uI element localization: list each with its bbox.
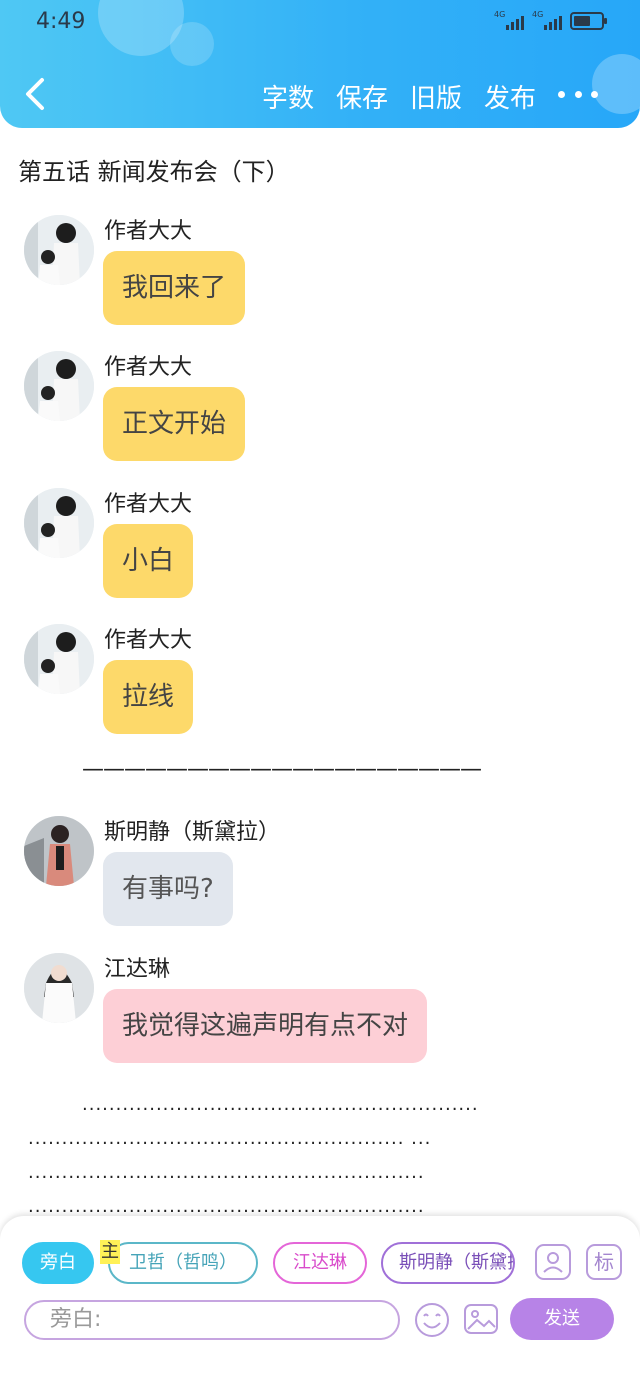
message-item[interactable]: 作者大大 正文开始 — [24, 351, 584, 463]
speaker-name: 作者大大 — [104, 628, 193, 653]
message-input[interactable]: 旁白: — [24, 1300, 400, 1340]
chevron-left-icon[interactable] — [20, 74, 52, 114]
speaker-name: 江达琳 — [104, 957, 171, 982]
avatar[interactable] — [24, 215, 94, 285]
word-count-button[interactable]: 字数 — [262, 78, 314, 115]
old-version-button[interactable]: 旧版 — [410, 78, 462, 115]
mark-button[interactable]: 标 — [586, 1244, 622, 1280]
image-icon[interactable] — [462, 1300, 500, 1338]
message-bubble[interactable]: 正文开始 — [103, 387, 246, 461]
speaker-name: 斯明静（斯黛拉） — [104, 820, 281, 845]
message-bubble[interactable]: 我觉得这遍声明有点不对 — [103, 989, 428, 1063]
top-bar: 4:49 4G 4G 字数 保存 旧版 发布 — [0, 0, 640, 128]
composer-panel: 旁白 卫哲（哲鸣） 主 江达琳 斯明静（斯黛拉） 标 旁白: 发送 — [0, 1216, 640, 1387]
avatar[interactable] — [24, 351, 94, 421]
ellipsis-line: ........................................… — [28, 1162, 425, 1183]
speaker-name: 作者大大 — [104, 355, 193, 380]
speaker-name: 作者大大 — [104, 492, 193, 517]
role-chip-narrator[interactable]: 旁白 — [22, 1242, 94, 1284]
avatar[interactable] — [24, 488, 94, 558]
send-button[interactable]: 发送 — [510, 1298, 614, 1340]
message-bubble[interactable]: 拉线 — [103, 660, 194, 734]
decorative-bubble — [170, 22, 214, 66]
signal-icon: 4G — [494, 10, 524, 32]
more-horizontal-icon[interactable] — [558, 82, 598, 106]
ellipsis-line: ........................................… — [28, 1128, 432, 1149]
speaker-name: 作者大大 — [104, 219, 193, 244]
avatar[interactable] — [24, 624, 94, 694]
divider-text: ——————————————————— — [82, 757, 482, 782]
status-time: 4:49 — [36, 9, 86, 34]
avatar[interactable] — [24, 816, 94, 886]
message-item[interactable]: 作者大大 我回来了 — [24, 215, 584, 327]
message-item[interactable]: 作者大大 拉线 — [24, 624, 584, 736]
message-bubble[interactable]: 有事吗? — [103, 852, 233, 926]
message-item[interactable]: 作者大大 小白 — [24, 488, 584, 600]
chapter-title: 第五话 新闻发布会（下） — [18, 158, 290, 186]
header-actions: 字数 保存 旧版 发布 — [262, 78, 536, 115]
role-chip-jiangdalin[interactable]: 江达琳 — [273, 1242, 367, 1284]
ellipsis-line: ........................................… — [82, 1094, 479, 1115]
save-button[interactable]: 保存 — [336, 78, 388, 115]
role-chip-siming[interactable]: 斯明静（斯黛拉） — [381, 1242, 515, 1284]
message-bubble[interactable]: 小白 — [103, 524, 194, 598]
publish-button[interactable]: 发布 — [484, 78, 536, 115]
emoji-icon[interactable] — [413, 1301, 451, 1339]
contact-icon[interactable] — [535, 1244, 571, 1280]
battery-icon — [570, 12, 607, 30]
message-item[interactable]: 江达琳 我觉得这遍声明有点不对 — [24, 953, 584, 1065]
status-icons: 4G 4G — [494, 10, 607, 32]
main-role-tag: 主 — [100, 1240, 120, 1264]
decorative-bubble — [592, 54, 640, 114]
message-item[interactable]: 斯明静（斯黛拉） 有事吗? — [24, 816, 584, 928]
ellipsis-line: ........................................… — [28, 1196, 425, 1217]
signal-icon: 4G — [532, 10, 562, 32]
message-bubble[interactable]: 我回来了 — [103, 251, 246, 325]
avatar[interactable] — [24, 953, 94, 1023]
role-chip-weizhe[interactable]: 卫哲（哲鸣） — [108, 1242, 258, 1284]
